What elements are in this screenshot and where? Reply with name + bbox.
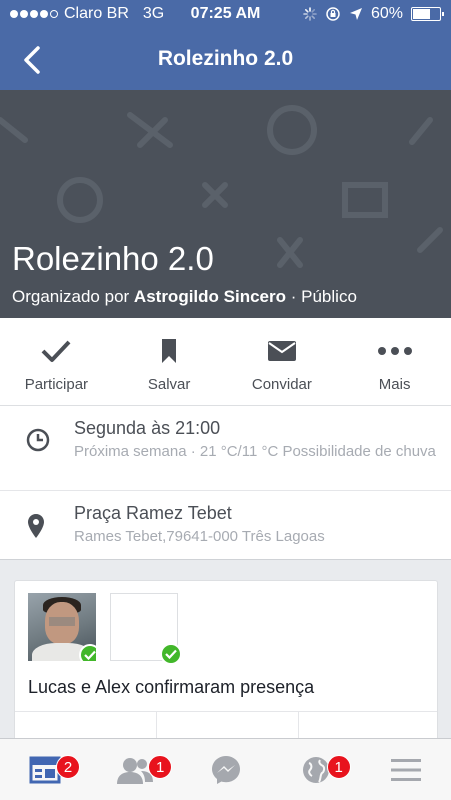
invite-button[interactable]: Convidar bbox=[226, 318, 339, 405]
tab-more[interactable] bbox=[361, 739, 451, 800]
more-button[interactable]: Mais bbox=[338, 318, 451, 405]
participate-button[interactable]: Participar bbox=[0, 318, 113, 405]
more-dots-icon bbox=[377, 347, 412, 355]
location-arrow-icon bbox=[349, 8, 362, 20]
envelope-icon bbox=[267, 341, 296, 361]
save-button[interactable]: Salvar bbox=[113, 318, 226, 405]
status-bar: Claro BR 3G 07:25 AM 60% bbox=[0, 0, 451, 28]
nav-title: Rolezinho 2.0 bbox=[157, 47, 294, 70]
top-bar: Claro BR 3G 07:25 AM 60% Rolezinho 2.0 bbox=[0, 0, 451, 90]
bookmark-icon bbox=[162, 339, 177, 363]
avatar[interactable] bbox=[28, 593, 96, 661]
separator-dot: · bbox=[290, 287, 297, 306]
menu-icon bbox=[390, 758, 421, 781]
attendee-avatars bbox=[28, 593, 182, 665]
tab-friend-requests[interactable]: 1 bbox=[90, 739, 180, 800]
event-address: Rames Tebet,79641-000 Três Lagoas bbox=[74, 528, 325, 545]
event-cover: Rolezinho 2.0 Organizado por Astrogildo … bbox=[0, 90, 451, 318]
attendance-summary[interactable]: Lucas e Alex confirmaram presença bbox=[28, 677, 314, 698]
battery-percent: 60% bbox=[370, 5, 403, 22]
notification-badge: 1 bbox=[148, 755, 173, 779]
event-title: Rolezinho 2.0 bbox=[12, 240, 214, 277]
tab-news-feed[interactable]: 2 bbox=[0, 739, 90, 800]
notification-badge: 2 bbox=[56, 755, 80, 779]
event-organizer-line: Organizado por Astrogildo Sincero · Públ… bbox=[12, 287, 357, 307]
event-details: Segunda às 21:00 Próxima semana · 21 °C/… bbox=[0, 406, 451, 560]
globe-icon bbox=[302, 756, 329, 783]
going-check-icon bbox=[79, 644, 96, 661]
card-divider bbox=[15, 711, 437, 712]
save-label: Salvar bbox=[147, 376, 191, 393]
organized-by-label: Organizado por bbox=[12, 287, 130, 306]
more-label: Mais bbox=[378, 376, 411, 393]
going-check-icon bbox=[160, 643, 182, 665]
cover-pattern bbox=[0, 105, 443, 268]
bottom-tab-bar: 2 1 1 bbox=[0, 738, 451, 800]
nav-bar: Rolezinho 2.0 bbox=[0, 30, 451, 90]
avatar[interactable] bbox=[110, 593, 182, 665]
tab-messenger[interactable] bbox=[180, 739, 270, 800]
notification-badge: 1 bbox=[326, 755, 351, 779]
event-place: Praça Ramez Tebet bbox=[74, 503, 232, 523]
participate-label: Participar bbox=[24, 376, 89, 393]
battery-icon bbox=[411, 7, 444, 21]
rotation-lock-icon bbox=[326, 7, 340, 21]
location-pin-icon bbox=[28, 514, 44, 538]
event-place-row[interactable]: Praça Ramez Tebet Rames Tebet,79641-000 … bbox=[0, 406, 451, 546]
attendees-card: Lucas e Alex confirmaram presença bbox=[14, 580, 438, 760]
checkmark-icon bbox=[41, 340, 71, 362]
privacy-label: Público bbox=[301, 287, 357, 306]
messenger-icon bbox=[211, 755, 240, 784]
organizer-name[interactable]: Astrogildo Sincero bbox=[134, 287, 286, 306]
event-actions: Participar Salvar Convidar Mais bbox=[0, 318, 451, 406]
activity-spinner-icon bbox=[303, 7, 317, 21]
invite-label: Convidar bbox=[251, 376, 312, 393]
tab-notifications[interactable]: 1 bbox=[271, 739, 361, 800]
